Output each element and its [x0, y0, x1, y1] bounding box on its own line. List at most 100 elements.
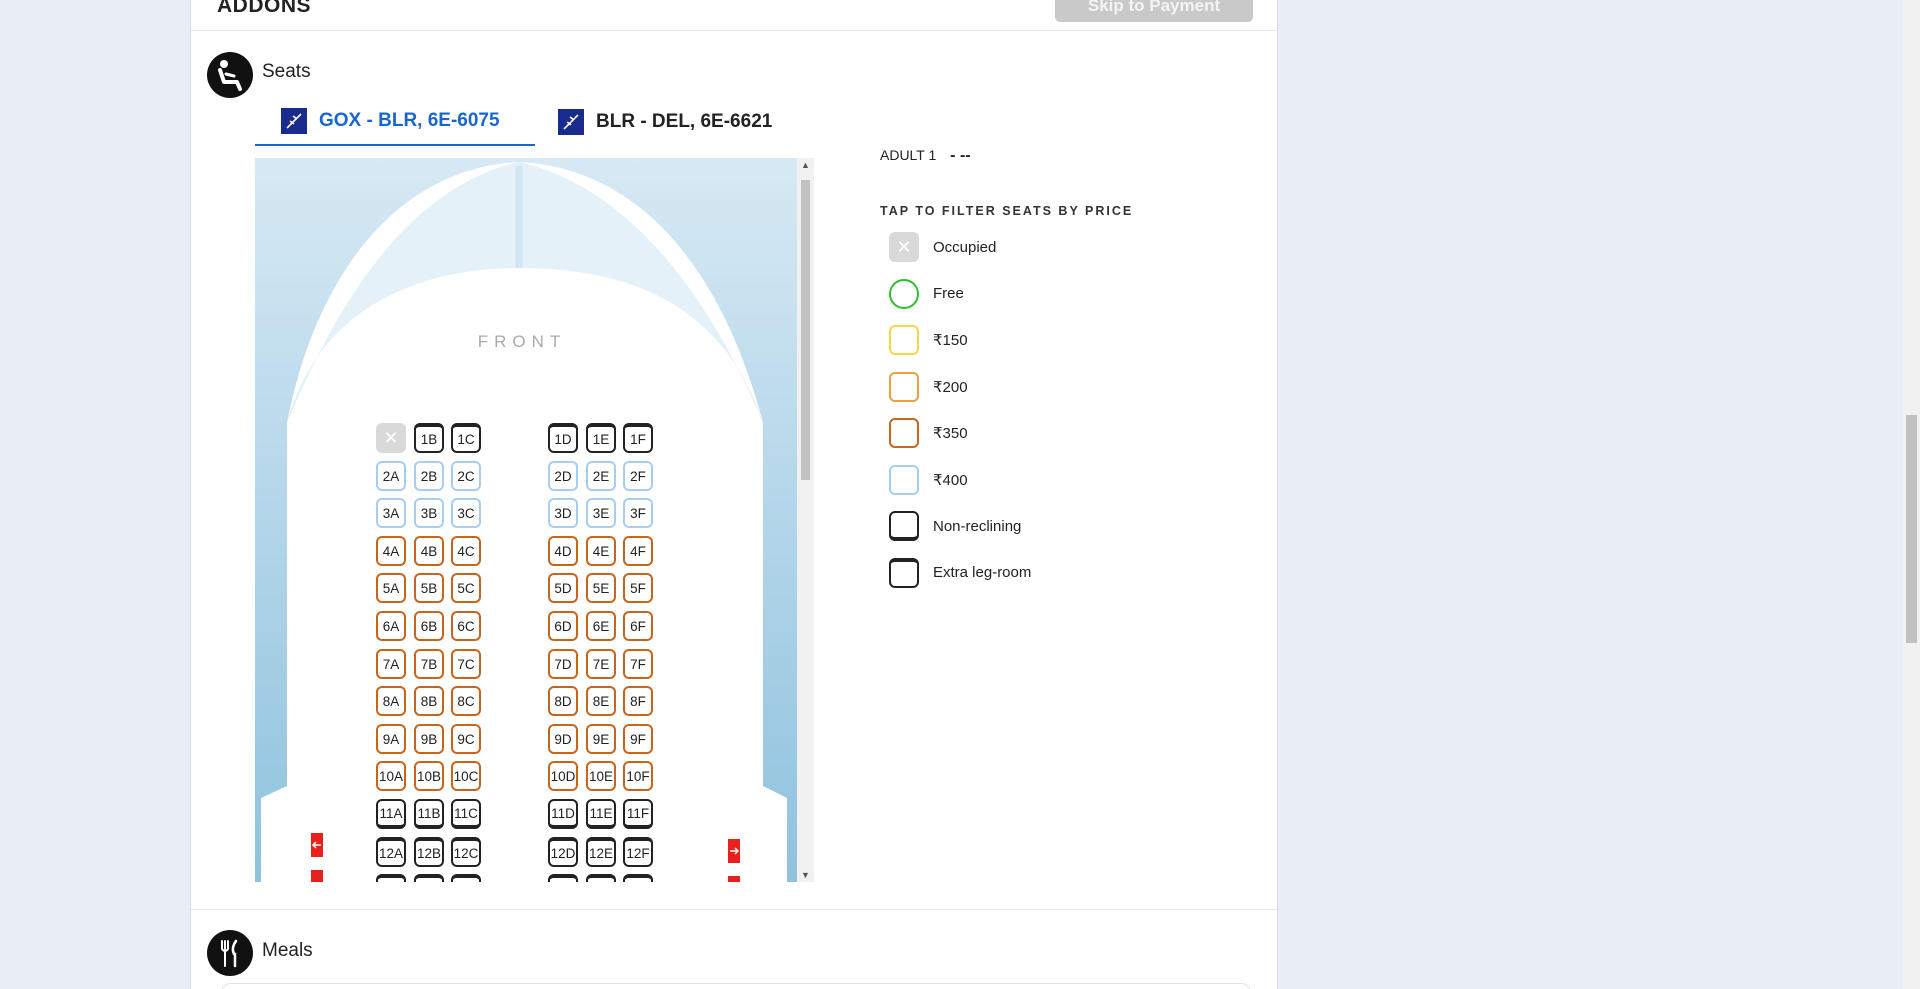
seat-11B[interactable]: 11B: [414, 799, 444, 829]
legend-swatch-free: [889, 278, 919, 309]
seat-1D[interactable]: 1D: [548, 423, 578, 453]
seat-8E[interactable]: 8E: [586, 686, 616, 716]
seat-9A[interactable]: 9A: [376, 724, 406, 754]
legend-item-occupied[interactable]: ✕ Occupied: [889, 231, 996, 263]
seat-1C[interactable]: 1C: [451, 423, 481, 453]
skip-to-payment-button[interactable]: Skip to Payment: [1055, 0, 1253, 22]
seat-13E[interactable]: 13E: [586, 874, 616, 882]
legend-item-p350[interactable]: ₹350: [889, 417, 968, 449]
header-divider: [191, 30, 1277, 31]
seat-4D[interactable]: 4D: [548, 536, 578, 566]
seat-13F[interactable]: 13F: [623, 874, 653, 882]
seat-4E[interactable]: 4E: [586, 536, 616, 566]
seat-9F[interactable]: 9F: [623, 724, 653, 754]
seat-10A[interactable]: 10A: [376, 761, 406, 791]
seat-1E[interactable]: 1E: [586, 423, 616, 453]
scroll-up-icon[interactable]: ▲: [801, 160, 810, 170]
seat-12F[interactable]: 12F: [623, 837, 653, 867]
seat-8A[interactable]: 8A: [376, 686, 406, 716]
seat-9B[interactable]: 9B: [414, 724, 444, 754]
page-scroll-thumb[interactable]: [1906, 415, 1917, 643]
seat-6E[interactable]: 6E: [586, 611, 616, 641]
seat-2D[interactable]: 2D: [548, 461, 578, 491]
seat-9E[interactable]: 9E: [586, 724, 616, 754]
seat-12D[interactable]: 12D: [548, 837, 578, 867]
seat-7B[interactable]: 7B: [414, 649, 444, 679]
seat-10B[interactable]: 10B: [414, 761, 444, 791]
seat-2B[interactable]: 2B: [414, 461, 444, 491]
seat-5C[interactable]: 5C: [451, 573, 481, 603]
seat-9D[interactable]: 9D: [548, 724, 578, 754]
seat-9C[interactable]: 9C: [451, 724, 481, 754]
seat-11A[interactable]: 11A: [376, 799, 406, 829]
seat-10F[interactable]: 10F: [623, 761, 653, 791]
seat-8F[interactable]: 8F: [623, 686, 653, 716]
seat-2A[interactable]: 2A: [376, 461, 406, 491]
seat-10E[interactable]: 10E: [586, 761, 616, 791]
seat-10D[interactable]: 10D: [548, 761, 578, 791]
seat-12A[interactable]: 12A: [376, 837, 406, 867]
seat-3F[interactable]: 3F: [623, 498, 653, 528]
legend-item-p200[interactable]: ₹200: [889, 371, 968, 403]
seat-7E[interactable]: 7E: [586, 649, 616, 679]
seat-6B[interactable]: 6B: [414, 611, 444, 641]
legend-item-p400[interactable]: ₹400: [889, 464, 968, 496]
seat-1F[interactable]: 1F: [623, 423, 653, 453]
legend-item-extra[interactable]: Extra leg-room: [889, 557, 1031, 589]
seat-5A[interactable]: 5A: [376, 573, 406, 603]
page-scrollbar[interactable]: [1903, 0, 1920, 989]
seat-11D[interactable]: 11D: [548, 799, 578, 829]
scroll-down-icon[interactable]: ▼: [801, 870, 810, 880]
seat-4A[interactable]: 4A: [376, 536, 406, 566]
seat-13C[interactable]: 13C: [451, 874, 481, 882]
seat-5B[interactable]: 5B: [414, 573, 444, 603]
seat-4F[interactable]: 4F: [623, 536, 653, 566]
section-divider: [191, 909, 1277, 910]
seat-11E[interactable]: 11E: [586, 799, 616, 829]
seat-3A[interactable]: 3A: [376, 498, 406, 528]
seat-3C[interactable]: 3C: [451, 498, 481, 528]
seat-8D[interactable]: 8D: [548, 686, 578, 716]
tab-flight-1[interactable]: GOX - BLR, 6E-6075: [255, 98, 535, 146]
seat-6C[interactable]: 6C: [451, 611, 481, 641]
seat-6F[interactable]: 6F: [623, 611, 653, 641]
seat-12E[interactable]: 12E: [586, 837, 616, 867]
seat-13D[interactable]: 13D: [548, 874, 578, 882]
seat-12B[interactable]: 12B: [414, 837, 444, 867]
scroll-thumb[interactable]: [801, 180, 810, 480]
seat-10C[interactable]: 10C: [451, 761, 481, 791]
seat-2E[interactable]: 2E: [586, 461, 616, 491]
seat-8C[interactable]: 8C: [451, 686, 481, 716]
seat-3B[interactable]: 3B: [414, 498, 444, 528]
seat-3E[interactable]: 3E: [586, 498, 616, 528]
seat-5E[interactable]: 5E: [586, 573, 616, 603]
seat-3D[interactable]: 3D: [548, 498, 578, 528]
seat-7A[interactable]: 7A: [376, 649, 406, 679]
seat-12C[interactable]: 12C: [451, 837, 481, 867]
seat-8B[interactable]: 8B: [414, 686, 444, 716]
seat-4B[interactable]: 4B: [414, 536, 444, 566]
seat-7F[interactable]: 7F: [623, 649, 653, 679]
legend-swatch-nonrecline: [889, 511, 919, 541]
seat-5D[interactable]: 5D: [548, 573, 578, 603]
seat-13B[interactable]: 13B: [414, 874, 444, 882]
legend-item-nonrecline[interactable]: Non-reclining: [889, 510, 1021, 542]
seat-4C[interactable]: 4C: [451, 536, 481, 566]
seat-13A[interactable]: 13A: [376, 874, 406, 882]
seat-5F[interactable]: 5F: [623, 573, 653, 603]
seat-7D[interactable]: 7D: [548, 649, 578, 679]
tab-flight-2[interactable]: BLR - DEL, 6E-6621: [558, 98, 808, 146]
seat-11F[interactable]: 11F: [623, 799, 653, 829]
seat-2F[interactable]: 2F: [623, 461, 653, 491]
seat-7C[interactable]: 7C: [451, 649, 481, 679]
legend-item-p150[interactable]: ₹150: [889, 324, 968, 356]
seat-6D[interactable]: 6D: [548, 611, 578, 641]
seat-6A[interactable]: 6A: [376, 611, 406, 641]
seat-2C[interactable]: 2C: [451, 461, 481, 491]
legend-label: Non-reclining: [933, 517, 1022, 535]
seat-11C[interactable]: 11C: [451, 799, 481, 829]
legend-item-free[interactable]: Free: [889, 278, 964, 310]
seat-1B[interactable]: 1B: [414, 423, 444, 453]
legend-swatch-p150: [889, 325, 919, 355]
seat-map-scrollbar[interactable]: ▲ ▼: [797, 158, 814, 882]
